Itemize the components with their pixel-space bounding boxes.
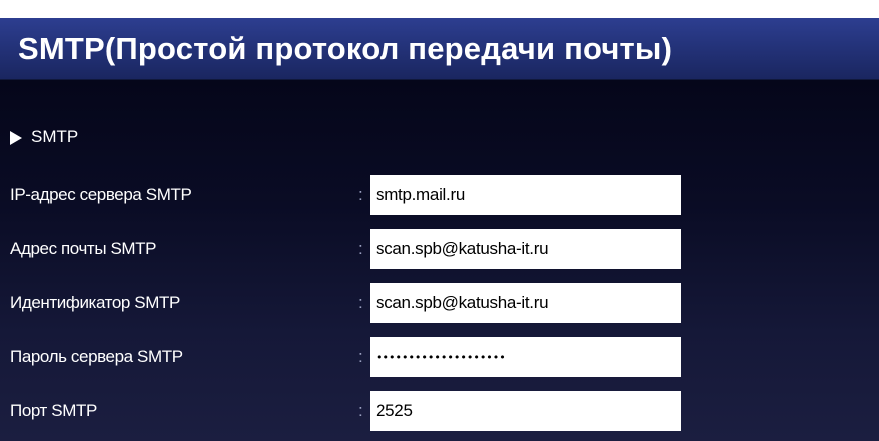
smtp-identifier-label: Идентификатор SMTP [10, 293, 180, 312]
triangle-right-icon [10, 130, 22, 145]
smtp-server-password-label: Пароль сервера SMTP [10, 347, 183, 366]
field-row-smtp-port: Порт SMTP : [0, 391, 879, 431]
field-separator: : [358, 347, 363, 366]
field-row-smtp-server-ip: IP-адрес сервера SMTP : [0, 175, 879, 215]
page-header: SMTP(Простой протокол передачи почты) [0, 18, 879, 80]
field-separator: : [358, 239, 363, 258]
field-row-smtp-server-password: Пароль сервера SMTP : [0, 337, 879, 377]
smtp-settings-panel: SMTP IP-адрес сервера SMTP : Адрес почты… [0, 80, 879, 441]
field-separator: : [358, 401, 363, 420]
page-title: SMTP(Простой протокол передачи почты) [18, 31, 673, 66]
smtp-port-label: Порт SMTP [10, 401, 97, 420]
section-header-smtp: SMTP [10, 126, 78, 148]
smtp-email-address-input[interactable] [370, 229, 681, 269]
smtp-server-ip-label: IP-адрес сервера SMTP [10, 185, 192, 204]
smtp-server-password-input[interactable] [370, 337, 681, 377]
smtp-server-ip-input[interactable] [370, 175, 681, 215]
field-row-smtp-identifier: Идентификатор SMTP : [0, 283, 879, 323]
field-separator: : [358, 185, 363, 204]
field-separator: : [358, 293, 363, 312]
smtp-port-input[interactable] [370, 391, 681, 431]
smtp-email-address-label: Адрес почты SMTP [10, 239, 157, 258]
smtp-identifier-input[interactable] [370, 283, 681, 323]
section-label: SMTP [31, 127, 79, 146]
field-row-smtp-email-address: Адрес почты SMTP : [0, 229, 879, 269]
smtp-settings-page: SMTP(Простой протокол передачи почты) SM… [0, 0, 879, 441]
